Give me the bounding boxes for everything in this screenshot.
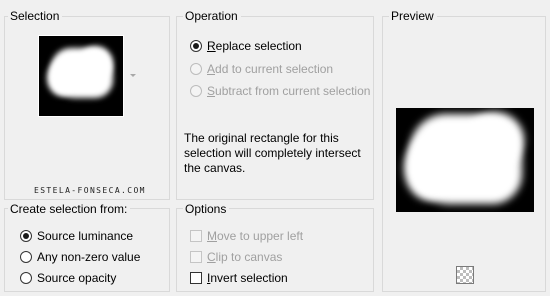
add-to-selection-radio[interactable]: Add to current selection <box>190 60 333 78</box>
checkbox-indicator <box>190 272 202 284</box>
subtract-from-selection-radio[interactable]: Subtract from current selection <box>190 82 370 100</box>
selection-dropdown-arrow-icon[interactable] <box>130 74 136 77</box>
options-panel-title: Options <box>183 202 230 216</box>
move-to-upper-left-label: Move to upper left <box>207 229 304 243</box>
replace-selection-label: Replace selection <box>207 39 302 53</box>
checkbox-indicator <box>190 251 202 263</box>
radio-indicator <box>20 272 32 284</box>
invert-selection-checkbox[interactable]: Invert selection <box>190 269 288 287</box>
source-luminance-label: Source luminance <box>37 229 134 243</box>
subtract-from-selection-label: Subtract from current selection <box>207 84 371 98</box>
add-to-selection-label: Add to current selection <box>207 62 334 76</box>
radio-indicator <box>190 63 202 75</box>
create-selection-panel-title: Create selection from: <box>8 202 131 216</box>
source-opacity-radio[interactable]: Source opacity <box>20 269 116 287</box>
operation-panel-title: Operation <box>183 9 241 23</box>
radio-indicator <box>190 40 202 52</box>
source-luminance-radio[interactable]: Source luminance <box>20 227 133 245</box>
invert-selection-label: Invert selection <box>207 271 288 285</box>
clip-to-canvas-checkbox[interactable]: Clip to canvas <box>190 248 282 266</box>
preview-panel-title: Preview <box>389 9 437 23</box>
replace-selection-radio[interactable]: Replace selection <box>190 37 302 55</box>
checkerboard-icon[interactable] <box>456 266 474 284</box>
watermark-text: ESTELA-FONSECA.COM <box>34 186 146 195</box>
source-opacity-label: Source opacity <box>37 271 117 285</box>
checkbox-indicator <box>190 230 202 242</box>
operation-description: The original rectangle for this selectio… <box>184 131 361 175</box>
radio-indicator <box>20 251 32 263</box>
move-to-upper-left-checkbox[interactable]: Move to upper left <box>190 227 303 245</box>
selection-thumbnail[interactable] <box>38 35 124 117</box>
radio-indicator <box>20 230 32 242</box>
preview-image <box>396 108 534 212</box>
any-nonzero-value-label: Any non-zero value <box>37 250 141 264</box>
selection-panel-title: Selection <box>8 9 63 23</box>
radio-indicator <box>190 85 202 97</box>
any-nonzero-value-radio[interactable]: Any non-zero value <box>20 248 140 266</box>
clip-to-canvas-label: Clip to canvas <box>207 250 283 264</box>
